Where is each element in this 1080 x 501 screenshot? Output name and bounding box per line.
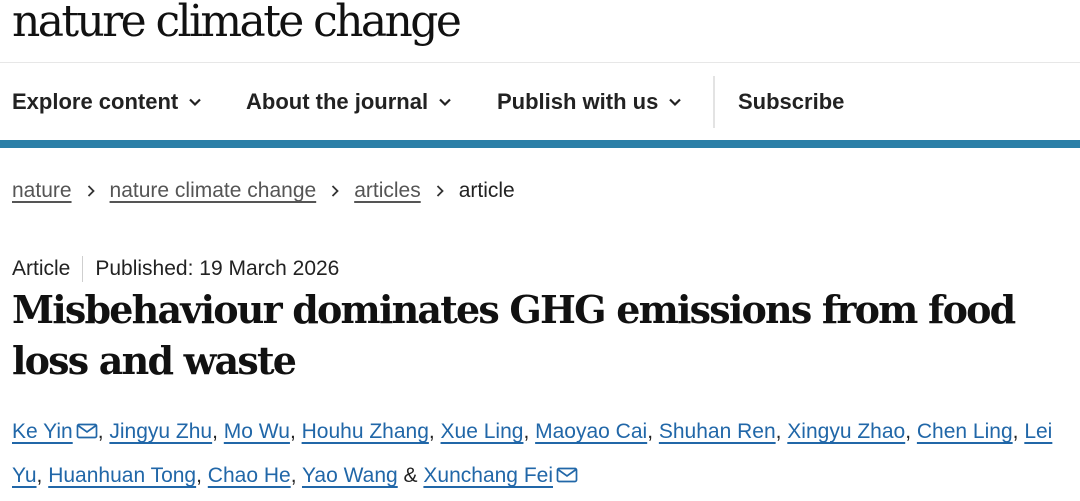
- nav-about-journal[interactable]: About the journal: [246, 64, 452, 140]
- nav-divider: [713, 76, 715, 128]
- author-link[interactable]: Ke Yin: [12, 420, 73, 443]
- author-link[interactable]: Yao Wang: [302, 464, 398, 487]
- author-link[interactable]: Xunchang Fei: [423, 464, 553, 487]
- meta-divider: [82, 256, 84, 282]
- chevron-right-icon: [332, 185, 339, 197]
- article-title: Misbehaviour dominates GHG emissions fro…: [12, 287, 1016, 383]
- chevron-down-icon: [669, 98, 682, 107]
- nav-subscribe[interactable]: Subscribe: [738, 64, 844, 140]
- author-link[interactable]: Shuhan Ren: [659, 420, 776, 443]
- author-link[interactable]: Jingyu Zhu: [109, 420, 212, 443]
- header-divider: [0, 62, 1080, 63]
- author-link[interactable]: Maoyao Cai: [535, 420, 647, 443]
- nav-item-label: Subscribe: [738, 89, 845, 114]
- article-type: Article: [12, 257, 71, 280]
- chevron-right-icon: [436, 185, 444, 197]
- main-nav: Explore content About the journal Publis…: [0, 64, 1080, 140]
- author-link[interactable]: Xingyu Zhao: [787, 420, 905, 443]
- author-link[interactable]: Xue Ling: [441, 420, 524, 443]
- chevron-down-icon: [189, 98, 202, 107]
- breadcrumb: nature nature climate change articles ar…: [12, 176, 515, 206]
- nav-item-label: About the journal: [246, 89, 429, 114]
- published-date: Published: 19 March 2026: [95, 257, 340, 280]
- breadcrumb-link-journal[interactable]: nature climate change: [110, 179, 317, 203]
- nav-explore-content[interactable]: Explore content: [12, 64, 202, 140]
- journal-logo[interactable]: nature climate change: [12, 0, 462, 52]
- chevron-down-icon: [439, 98, 451, 107]
- author-link[interactable]: Chao He: [208, 464, 291, 487]
- breadcrumb-link-nature[interactable]: nature: [12, 179, 72, 203]
- author-link[interactable]: Chen Ling: [917, 420, 1013, 443]
- nav-publish-with-us[interactable]: Publish with us: [497, 64, 682, 140]
- journal-name[interactable]: nature climate change: [12, 0, 462, 48]
- breadcrumb-link-articles[interactable]: articles: [354, 179, 421, 203]
- envelope-icon[interactable]: [76, 423, 98, 439]
- author-list: Ke Yin, Jingyu Zhu, Mo Wu, Houhu Zhang, …: [12, 420, 1053, 487]
- author-link[interactable]: Huanhuan Tong: [48, 464, 196, 487]
- envelope-icon[interactable]: [556, 467, 578, 483]
- nav-item-label: Explore content: [12, 89, 179, 114]
- nav-accent-bar: [0, 140, 1080, 148]
- nav-item-label: Publish with us: [497, 89, 659, 114]
- breadcrumb-current: article: [458, 179, 515, 202]
- author-link[interactable]: Houhu Zhang: [302, 420, 429, 443]
- chevron-right-icon: [87, 185, 95, 197]
- article-meta: Article Published: 19 March 2026: [12, 255, 339, 283]
- author-link[interactable]: Mo Wu: [224, 420, 290, 443]
